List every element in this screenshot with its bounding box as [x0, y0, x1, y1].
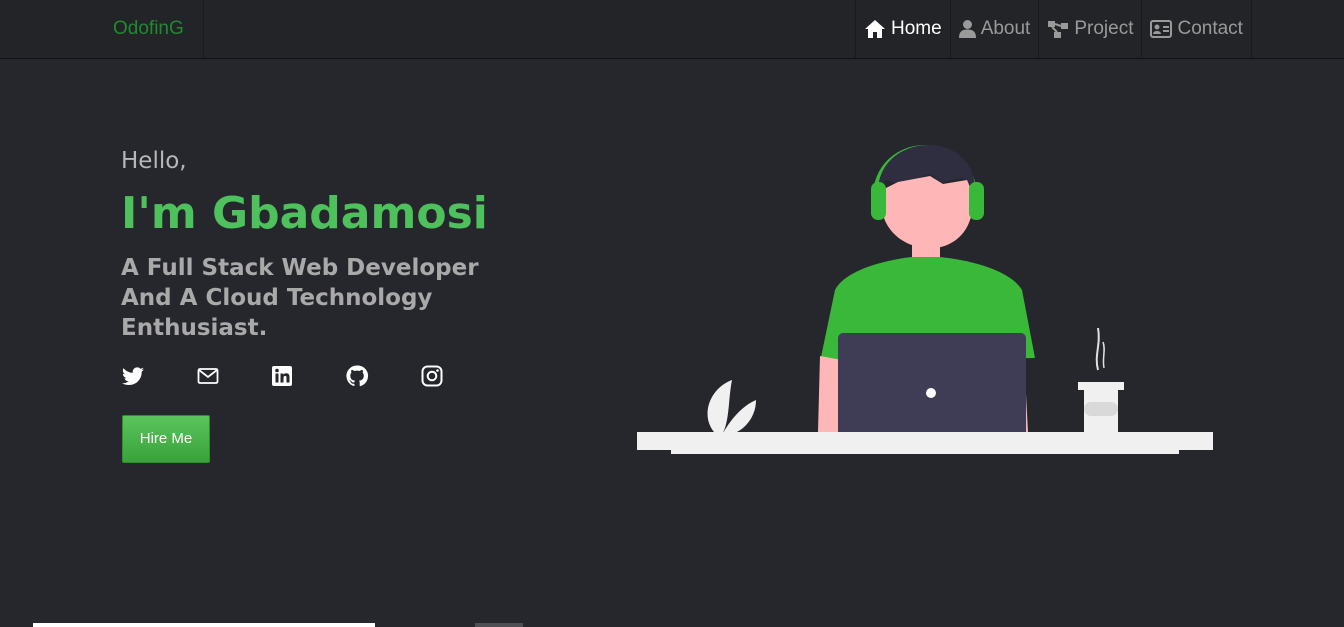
nav-label-home: Home: [891, 18, 942, 39]
nav-item-contact[interactable]: Contact: [1141, 0, 1252, 58]
scroll-indicator: [33, 623, 375, 627]
brand-logo[interactable]: OdofinG: [106, 0, 204, 58]
github-icon[interactable]: [345, 364, 369, 388]
contact-card-icon: [1150, 20, 1173, 38]
project-icon: [1047, 19, 1069, 39]
scroll-thumb[interactable]: [475, 623, 523, 627]
hire-me-button[interactable]: Hire Me: [122, 415, 210, 463]
developer-illustration: [630, 130, 1230, 474]
hero-name: I'm Gbadamosi: [121, 188, 488, 239]
nav-label-project: Project: [1074, 18, 1134, 39]
nav-item-home[interactable]: Home: [855, 0, 950, 58]
user-icon: [958, 19, 976, 39]
mail-icon[interactable]: [196, 364, 220, 388]
linkedin-icon[interactable]: [270, 364, 294, 388]
nav-menu: Home About Project Contact: [855, 0, 1252, 58]
home-icon: [864, 19, 886, 39]
nav-item-about[interactable]: About: [949, 0, 1039, 58]
greeting: Hello,: [121, 148, 187, 174]
nav-label-about: About: [980, 18, 1031, 39]
twitter-icon[interactable]: [121, 364, 145, 388]
hero-tagline: A Full Stack Web Developer And A Cloud T…: [121, 255, 479, 341]
nav-label-contact: Contact: [1177, 18, 1243, 39]
nav-item-project[interactable]: Project: [1038, 0, 1141, 58]
instagram-icon[interactable]: [420, 364, 444, 388]
navbar: OdofinG Home About Project Contact: [0, 0, 1344, 59]
